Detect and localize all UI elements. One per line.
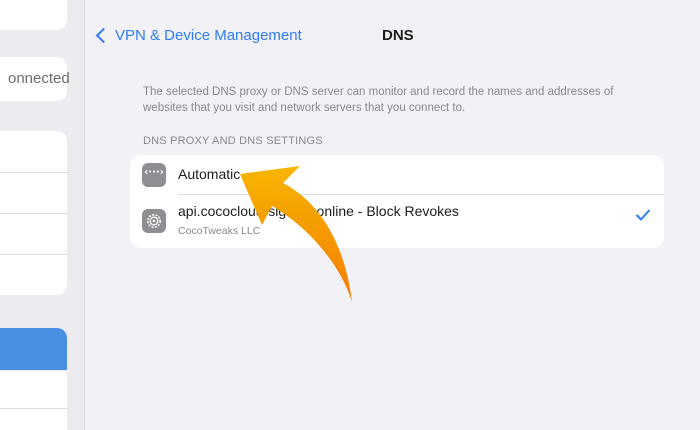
dns-description: The selected DNS proxy or DNS server can… bbox=[143, 86, 614, 114]
checkmark-icon bbox=[636, 209, 650, 221]
dns-option-label: Automatic bbox=[178, 166, 241, 182]
chevron-left-icon bbox=[95, 27, 112, 44]
dns-settings-list: ‹···› Automatic api.cococloud-signing.on… bbox=[130, 155, 664, 248]
detail-pane: VPN & Device Management DNS The selected… bbox=[85, 0, 700, 430]
dots-icon: ‹···› bbox=[142, 163, 166, 187]
section-header: DNS PROXY AND DNS SETTINGS bbox=[143, 135, 323, 147]
page-title: DNS bbox=[382, 27, 414, 44]
sidebar-item-selected[interactable] bbox=[0, 328, 67, 370]
dns-option-automatic[interactable]: ‹···› Automatic bbox=[130, 155, 664, 194]
sidebar-group bbox=[0, 131, 67, 295]
dns-option-cococloud[interactable]: api.cococloud-signing.online - Block Rev… bbox=[130, 195, 664, 248]
sidebar-divider bbox=[0, 213, 67, 214]
back-button-label: VPN & Device Management bbox=[115, 27, 302, 44]
back-button[interactable]: VPN & Device Management bbox=[95, 27, 302, 44]
sidebar-group-lower bbox=[0, 371, 67, 430]
sidebar-top-card bbox=[0, 0, 67, 30]
dns-option-subtitle: CocoTweaks LLC bbox=[178, 225, 261, 237]
dns-option-label: api.cococloud-signing.online - Block Rev… bbox=[178, 203, 459, 219]
sidebar-divider bbox=[0, 408, 67, 409]
sidebar-status-card[interactable]: onnected bbox=[0, 57, 70, 101]
sidebar-divider bbox=[0, 254, 67, 255]
sidebar-divider bbox=[0, 172, 67, 173]
gear-icon bbox=[142, 209, 166, 233]
sidebar-status-text: onnected bbox=[8, 70, 70, 87]
sidebar: onnected bbox=[0, 0, 85, 430]
